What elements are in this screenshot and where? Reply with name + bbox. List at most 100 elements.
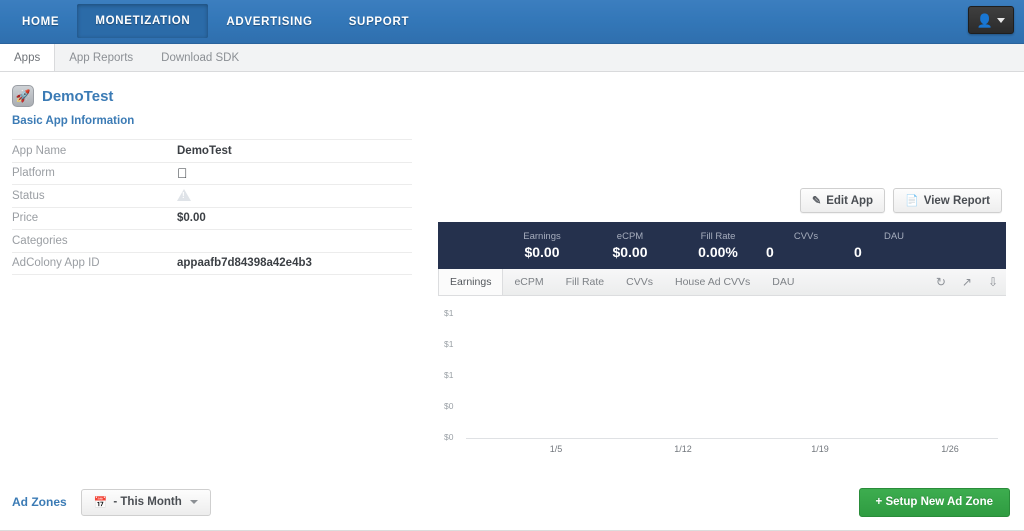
warning-triangle-icon — [177, 189, 191, 202]
tab-house-ad-cvvs[interactable]: House Ad CVVs — [664, 269, 761, 295]
date-range-label: - This Month — [113, 496, 182, 508]
y-axis-tick: $1 — [444, 370, 454, 380]
app-header: 🚀 DemoTest — [0, 72, 1024, 107]
document-icon: 📄 — [905, 195, 919, 207]
view-report-label: View Report — [923, 194, 990, 207]
setup-new-ad-zone-button[interactable]: + Setup New Ad Zone — [858, 487, 1010, 517]
tab-earnings[interactable]: Earnings — [438, 269, 504, 295]
x-axis-tick: 1/19 — [811, 444, 829, 454]
column-impressions: Impressions — [716, 527, 856, 531]
column-date-created: Date Created — [856, 527, 1024, 531]
nav-item-support[interactable]: SUPPORT — [331, 0, 428, 43]
column-earnings: Earnings — [220, 527, 320, 531]
x-axis-line — [466, 438, 998, 439]
stat-label: eCPM — [616, 231, 644, 242]
stat-value: $0.00 — [524, 244, 560, 260]
top-navigation-bar: HOME MONETIZATION ADVERTISING SUPPORT 👤 — [0, 0, 1024, 44]
column-status: Status — [140, 527, 220, 531]
subnav-item-app-reports[interactable]: App Reports — [55, 44, 147, 71]
info-key: Categories — [12, 234, 68, 247]
info-key: Status — [12, 189, 45, 202]
table-row: Status — [12, 185, 412, 208]
info-value:  — [177, 162, 412, 185]
tab-cvvs[interactable]: CVVs — [615, 269, 664, 295]
y-axis-tick: $1 — [444, 339, 454, 349]
tab-fill-rate[interactable]: Fill Rate — [555, 269, 616, 295]
edit-app-label: Edit App — [826, 194, 874, 207]
line-chart-icon[interactable]: ↗ — [962, 276, 972, 288]
chart-tools: ↻ ↗ ⇩ — [936, 269, 998, 295]
calendar-icon: 📅 — [93, 496, 108, 509]
subnav-item-download-sdk[interactable]: Download SDK — [147, 44, 253, 71]
info-value — [177, 230, 412, 253]
stat-earnings: Earnings $0.00 — [498, 222, 586, 269]
person-icon: 👤 — [976, 12, 994, 28]
info-key: Platform — [12, 167, 55, 180]
stat-label: CVVs — [793, 231, 819, 242]
stat-value: 0.00% — [698, 244, 738, 260]
column-cvvs: CVVs — [640, 527, 716, 531]
basic-app-information-link[interactable]: Basic App Information — [0, 107, 1024, 127]
stat-label: Fill Rate — [700, 231, 736, 242]
chevron-down-icon — [997, 17, 1006, 23]
info-value — [177, 185, 412, 208]
table-row: Platform  — [12, 162, 412, 185]
view-report-button[interactable]: 📄 View Report — [893, 188, 1002, 213]
user-menu-button[interactable]: 👤 — [968, 6, 1014, 34]
refresh-icon[interactable]: ↻ — [936, 276, 946, 288]
info-key: App Name — [12, 144, 67, 157]
chart-tab-bar: Earnings eCPM Fill Rate CVVs House Ad CV… — [438, 269, 1006, 296]
nav-item-monetization[interactable]: MONETIZATION — [77, 4, 209, 38]
table-row: App Name DemoTest — [12, 140, 412, 162]
column-requests: Requests — [516, 527, 640, 531]
stat-label: DAU — [883, 231, 905, 242]
info-key: Price — [12, 212, 39, 225]
x-axis-tick: 1/5 — [549, 444, 563, 454]
main-content-area: 🚀 DemoTest Basic App Information App Nam… — [0, 72, 1024, 531]
stat-dau: DAU 0 — [850, 222, 938, 269]
stat-value: 0 — [766, 244, 774, 260]
table-row: Categories — [12, 230, 412, 253]
edit-pencil-icon: ✎ — [811, 195, 822, 207]
ad-zones-header: Ad Zones 📅 - This Month + Setup New Ad Z… — [0, 477, 1024, 527]
chevron-down-icon — [189, 500, 198, 504]
table-row: Price $0.00 — [12, 207, 412, 230]
y-axis-tick: $0 — [444, 432, 454, 442]
tab-dau[interactable]: DAU — [761, 269, 805, 295]
ad-zones-table: Zone Name Status Earnings eCPM Fill Rate… — [0, 527, 1024, 531]
info-value: $0.00 — [177, 212, 206, 225]
stats-and-chart-panel: Earnings $0.00 eCPM $0.00 Fill Rate 0.00… — [438, 222, 1006, 471]
apple-icon:  — [177, 165, 188, 181]
x-axis-tick: 1/26 — [941, 444, 959, 454]
stat-ecpm: eCPM $0.00 — [586, 222, 674, 269]
column-zone-name: Zone Name — [0, 527, 140, 531]
nav-item-home[interactable]: HOME — [4, 0, 77, 43]
y-axis-tick: $0 — [444, 401, 454, 411]
nav-item-advertising[interactable]: ADVERTISING — [208, 0, 330, 43]
rocket-app-icon: 🚀 — [12, 85, 34, 107]
stat-label: Earnings — [523, 231, 561, 242]
app-action-buttons: ✎ Edit App 📄 View Report — [799, 188, 1002, 213]
earnings-chart: $1 $1 $1 $0 $0 1/5 1/12 1/19 1/26 — [438, 296, 1006, 471]
ad-zones-title[interactable]: Ad Zones — [12, 495, 67, 509]
y-axis-tick: $1 — [444, 308, 454, 318]
sub-navigation-bar: Apps App Reports Download SDK — [0, 44, 1024, 72]
top-nav-items: HOME MONETIZATION ADVERTISING SUPPORT — [0, 0, 427, 43]
tab-ecpm[interactable]: eCPM — [503, 269, 554, 295]
column-ecpm: eCPM — [320, 527, 408, 531]
page-title: DemoTest — [42, 87, 114, 105]
stat-value: $0.00 — [612, 244, 648, 260]
summary-stats-bar: Earnings $0.00 eCPM $0.00 Fill Rate 0.00… — [438, 222, 1006, 269]
stat-fill-rate: Fill Rate 0.00% — [674, 222, 762, 269]
edit-app-button[interactable]: ✎ Edit App — [799, 188, 886, 213]
info-value: appaafb7d84398a42e4b3 — [177, 257, 312, 270]
table-row: AdColony App ID appaafb7d84398a42e4b3 — [12, 252, 412, 275]
info-key: AdColony App ID — [12, 257, 100, 270]
column-fill-rate: Fill Rate — [408, 527, 516, 531]
subnav-item-apps[interactable]: Apps — [0, 44, 56, 71]
table-header-row: Zone Name Status Earnings eCPM Fill Rate… — [0, 527, 1024, 531]
x-axis-tick: 1/12 — [674, 444, 692, 454]
date-range-filter[interactable]: 📅 - This Month — [80, 488, 211, 516]
stat-cvvs: CVVs 0 — [762, 222, 850, 269]
download-icon[interactable]: ⇩ — [988, 276, 998, 288]
